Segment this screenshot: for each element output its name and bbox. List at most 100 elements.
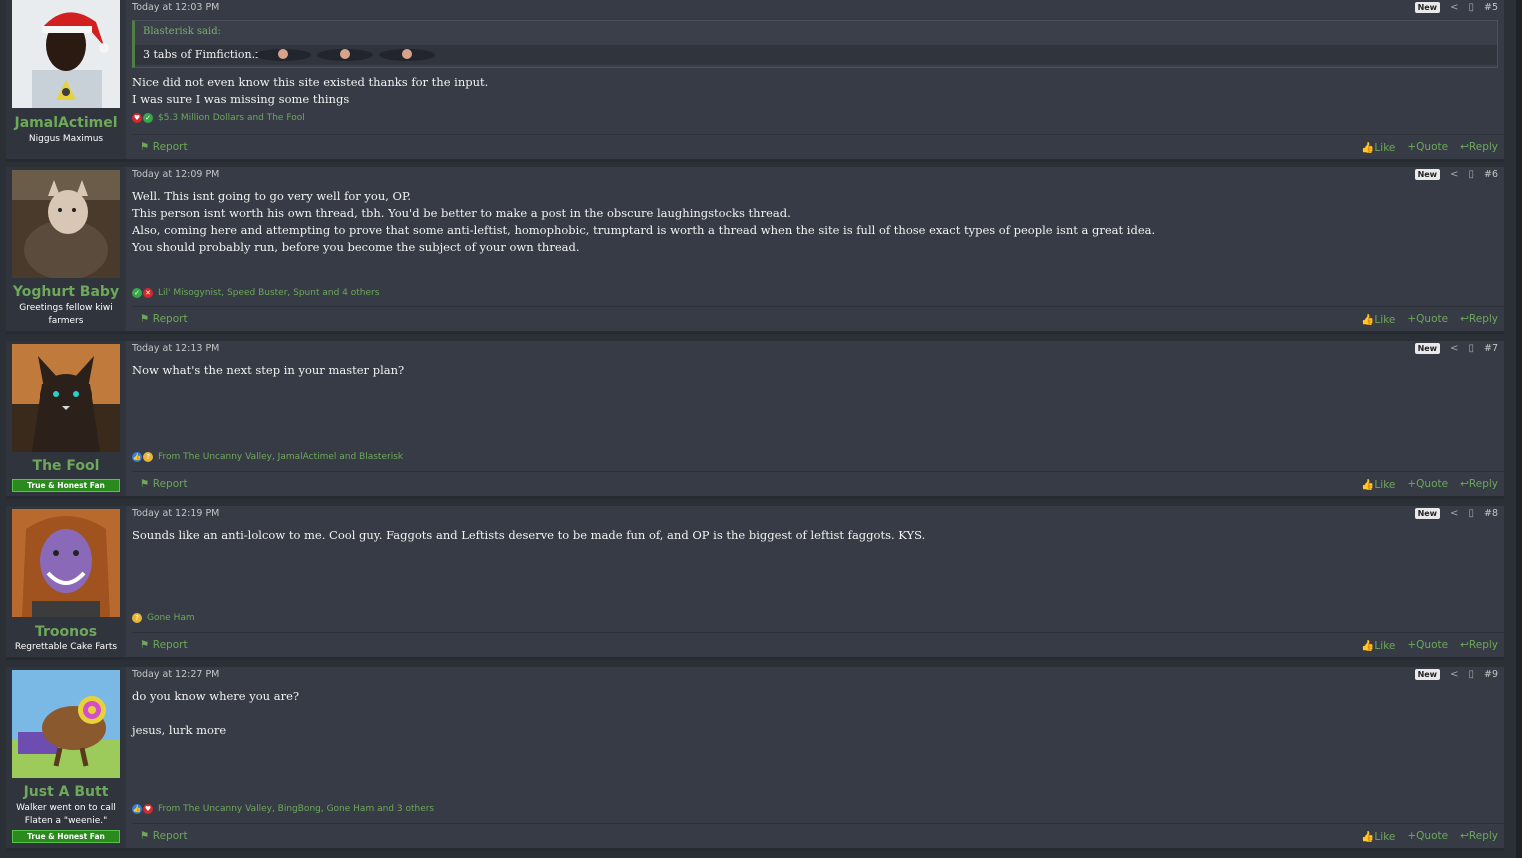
post-footer: ⚑ Report 👍Like +Quote ↩Reply (132, 471, 1504, 496)
post-actions: 👍Like +Quote ↩Reply (1361, 478, 1498, 491)
share-icon[interactable]: < (1450, 669, 1458, 680)
post-number[interactable]: #8 (1484, 508, 1498, 519)
bookmark-icon[interactable]: ▯ (1468, 508, 1474, 519)
thumbs-up-reaction-icon: 👍 (132, 452, 142, 462)
report-label: Report (152, 141, 188, 153)
share-icon[interactable]: < (1450, 169, 1458, 180)
quote-button[interactable]: +Quote (1407, 141, 1448, 154)
user-title: Niggus Maximus (28, 134, 104, 144)
reactions-text[interactable]: From The Uncanny Valley, BingBong, Gone … (158, 804, 434, 814)
post-number[interactable]: #7 (1484, 343, 1498, 354)
reactions-bar[interactable]: ♥ ✓ $5.3 Million Dollars and The Fool (132, 113, 305, 123)
report-label: Report (152, 639, 188, 651)
reply-button[interactable]: ↩Reply (1460, 478, 1498, 491)
post-number[interactable]: #9 (1484, 669, 1498, 680)
like-icon: 👍 (1361, 314, 1375, 326)
post-footer: ⚑ Report 👍Like +Quote ↩Reply (132, 134, 1504, 159)
quote-button[interactable]: +Quote (1407, 478, 1448, 491)
report-link[interactable]: ⚑ Report (140, 313, 188, 325)
like-button[interactable]: 👍Like (1361, 830, 1395, 843)
username[interactable]: Troonos (6, 624, 126, 640)
report-link[interactable]: ⚑ Report (140, 141, 188, 153)
scrollbar[interactable] (1516, 0, 1522, 858)
post-timestamp[interactable]: Today at 12:03 PM (132, 2, 219, 13)
post-timestamp[interactable]: Today at 12:09 PM (132, 169, 219, 180)
like-button[interactable]: 👍Like (1361, 639, 1395, 652)
quote-button[interactable]: +Quote (1407, 830, 1448, 843)
bookmark-icon[interactable]: ▯ (1468, 343, 1474, 354)
like-button[interactable]: 👍Like (1361, 313, 1395, 326)
quote-label: Quote (1416, 313, 1449, 325)
avatar[interactable] (12, 170, 120, 278)
like-button[interactable]: 👍Like (1361, 478, 1395, 491)
reply-button[interactable]: ↩Reply (1460, 313, 1498, 326)
x-reaction-icon: ✕ (143, 288, 153, 298)
reactions-text[interactable]: Gone Ham (147, 613, 195, 623)
reactions-bar[interactable]: 👍 ? From The Uncanny Valley, JamalActime… (132, 452, 403, 462)
avatar[interactable] (12, 344, 120, 452)
avatar[interactable] (12, 509, 120, 617)
reactions-text[interactable]: Lil' Misogynist, Speed Buster, Spunt and… (158, 288, 379, 298)
reactions-text[interactable]: $5.3 Million Dollars and The Fool (158, 113, 305, 123)
bookmark-icon[interactable]: ▯ (1468, 169, 1474, 180)
bookmark-icon[interactable]: ▯ (1468, 2, 1474, 13)
like-icon: 👍 (1361, 142, 1375, 154)
post-timestamp[interactable]: Today at 12:19 PM (132, 508, 219, 519)
user-cell: Troonos Regrettable Cake Farts (6, 506, 126, 657)
reactions-bar[interactable]: 👍 ♥ From The Uncanny Valley, BingBong, G… (132, 804, 434, 814)
report-icon: ⚑ (140, 830, 153, 842)
reply-label: Reply (1468, 141, 1498, 153)
post-actions: 👍Like +Quote ↩Reply (1361, 141, 1498, 154)
check-reaction-icon: ✓ (132, 288, 142, 298)
reply-label: Reply (1468, 313, 1498, 325)
report-link[interactable]: ⚑ Report (140, 639, 188, 651)
bookmark-icon[interactable]: ▯ (1468, 669, 1474, 680)
share-icon[interactable]: < (1450, 2, 1458, 13)
reply-button[interactable]: ↩Reply (1460, 141, 1498, 154)
user-cell: JamalActimel Niggus Maximus (6, 0, 126, 159)
quote-button[interactable]: +Quote (1407, 313, 1448, 326)
reactions-bar[interactable]: ? Gone Ham (132, 613, 195, 623)
reactions-bar[interactable]: ✓ ✕ Lil' Misogynist, Speed Buster, Spunt… (132, 288, 379, 298)
new-badge: New (1414, 508, 1441, 519)
username[interactable]: Yoghurt Baby (6, 284, 126, 300)
avatar[interactable] (12, 0, 120, 108)
post-body: do you know where you are? jesus, lurk m… (132, 689, 300, 737)
report-icon: ⚑ (140, 141, 153, 153)
report-link[interactable]: ⚑ Report (140, 830, 188, 842)
username[interactable]: Just A Butt (6, 784, 126, 800)
reactions-text[interactable]: From The Uncanny Valley, JamalActimel an… (158, 452, 403, 462)
quote-button[interactable]: +Quote (1407, 639, 1448, 652)
share-icon[interactable]: < (1450, 508, 1458, 519)
username[interactable]: JamalActimel (6, 115, 126, 131)
quote-plus-icon: + (1407, 478, 1417, 490)
reply-button[interactable]: ↩Reply (1460, 830, 1498, 843)
report-link[interactable]: ⚑ Report (140, 478, 188, 490)
report-label: Report (152, 313, 188, 325)
post-tools: New < ▯ #6 (1414, 169, 1498, 180)
avatar[interactable] (12, 670, 120, 778)
user-cell: The Fool True & Honest Fan (6, 341, 126, 496)
share-icon[interactable]: < (1450, 343, 1458, 354)
like-icon: 👍 (1361, 479, 1375, 491)
post-6: Yoghurt Baby Greetings fellow kiwi farme… (6, 167, 1504, 334)
reply-button[interactable]: ↩Reply (1460, 639, 1498, 652)
like-label: Like (1374, 142, 1396, 154)
post-tools: New < ▯ #5 (1414, 2, 1498, 13)
reply-icon: ↩ (1460, 478, 1469, 490)
username[interactable]: The Fool (6, 458, 126, 474)
new-badge: New (1414, 669, 1441, 680)
post-timestamp[interactable]: Today at 12:27 PM (132, 669, 219, 680)
like-button[interactable]: 👍Like (1361, 141, 1395, 154)
post-footer: ⚑ Report 👍Like +Quote ↩Reply (132, 306, 1504, 331)
post-timestamp[interactable]: Today at 12:13 PM (132, 343, 219, 354)
quote-label: Quote (1416, 478, 1449, 490)
quote-author[interactable]: Blasterisk said: (143, 26, 221, 37)
post-main: Today at 12:19 PM New < ▯ #8 Sounds like… (132, 506, 1504, 657)
post-number[interactable]: #5 (1484, 2, 1498, 13)
check-reaction-icon: ✓ (143, 113, 153, 123)
post-actions: 👍Like +Quote ↩Reply (1361, 639, 1498, 652)
quote-label: Quote (1416, 639, 1449, 651)
report-icon: ⚑ (140, 478, 153, 490)
post-number[interactable]: #6 (1484, 169, 1498, 180)
